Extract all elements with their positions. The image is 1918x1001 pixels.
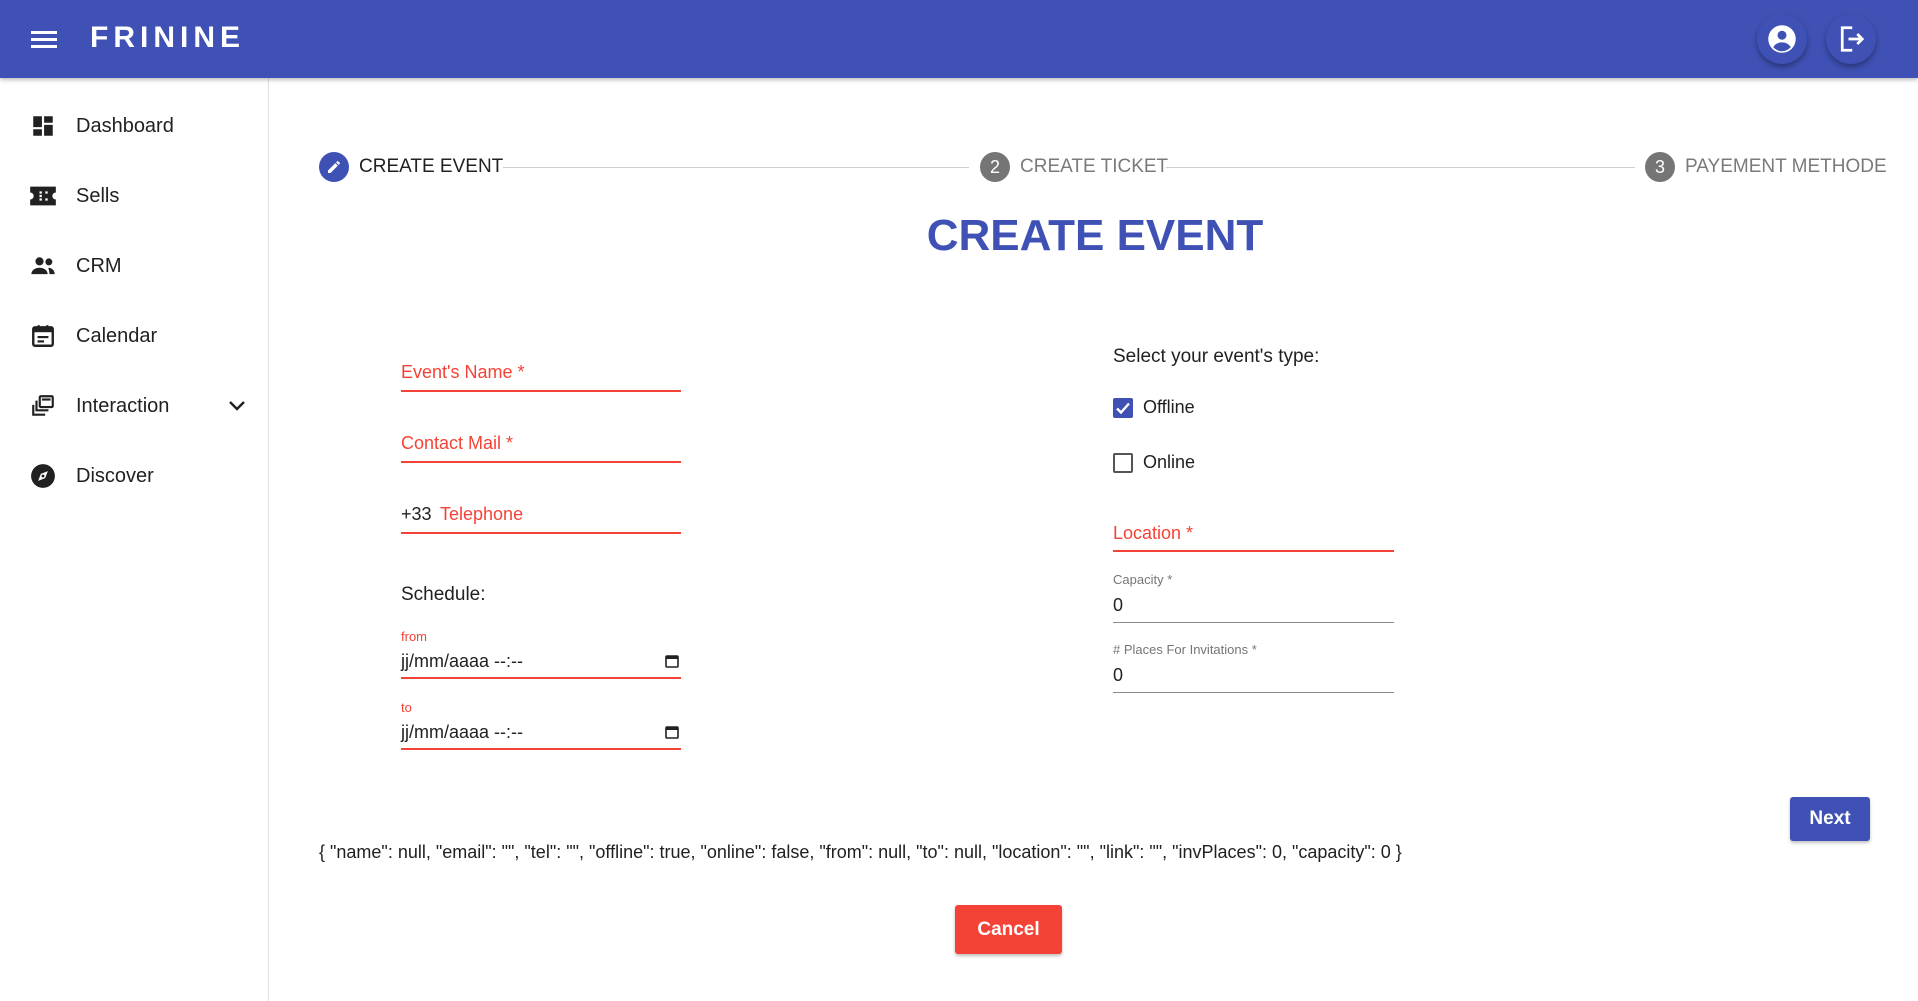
field-underline: [401, 748, 681, 750]
sidebar-item-label: Dashboard: [76, 114, 174, 137]
form-state-debug-text: { "name": null, "email": "", "tel": "", …: [319, 842, 1402, 862]
invitation-places-field[interactable]: # Places For Invitations * 0: [1113, 640, 1394, 693]
schedule-title: Schedule:: [401, 584, 486, 605]
contact-mail-field[interactable]: Contact Mail *: [401, 429, 681, 463]
to-value: jj/mm/aaaa --:--: [401, 722, 524, 742]
top-app-bar: FRININE: [0, 0, 1918, 78]
field-underline: [401, 390, 681, 392]
sidebar: Dashboard Sells CRM Calendar Interaction…: [0, 78, 269, 1001]
compass-icon: [29, 462, 57, 490]
step-2-label: CREATE TICKET: [1020, 156, 1169, 177]
capacity-field[interactable]: Capacity * 0: [1113, 570, 1394, 623]
field-underline: [1113, 692, 1394, 693]
sidebar-item-label: CRM: [76, 254, 122, 277]
from-datetime-field[interactable]: from jj/mm/aaaa --:--: [401, 626, 681, 679]
step-2-number: 2: [980, 152, 1010, 182]
event-name-label: Event's Name *: [401, 362, 525, 382]
logout-icon: [1840, 26, 1865, 52]
logout-button[interactable]: [1826, 14, 1876, 64]
invitation-places-value: 0: [1113, 665, 1124, 685]
to-label: to: [401, 700, 412, 715]
telephone-label: Telephone: [440, 504, 524, 524]
account-button[interactable]: [1757, 14, 1807, 64]
tel-prefix: +33: [401, 504, 432, 524]
from-label: from: [401, 629, 427, 644]
step-1-edit-icon: [319, 152, 349, 182]
ticket-icon: [29, 182, 57, 210]
sidebar-item-interaction[interactable]: Interaction: [0, 378, 268, 434]
sidebar-item-label: Discover: [76, 464, 154, 487]
field-underline: [401, 532, 681, 534]
step-3-label: PAYEMENT METHODE: [1685, 156, 1887, 177]
to-datetime-field[interactable]: to jj/mm/aaaa --:--: [401, 697, 681, 750]
account-circle-icon: [1768, 25, 1796, 53]
online-label: Online: [1143, 452, 1196, 472]
sidebar-item-dashboard[interactable]: Dashboard: [0, 98, 268, 154]
location-field[interactable]: Location *: [1113, 517, 1394, 552]
field-underline: [401, 677, 681, 679]
sidebar-item-crm[interactable]: CRM: [0, 238, 268, 294]
telephone-field[interactable]: +33 Telephone: [401, 499, 681, 534]
interaction-icon: [29, 392, 57, 420]
sidebar-item-calendar[interactable]: Calendar: [0, 308, 268, 364]
hamburger-menu-icon[interactable]: [24, 20, 64, 58]
sidebar-item-label: Calendar: [76, 324, 158, 347]
capacity-label: Capacity *: [1113, 572, 1173, 587]
sidebar-item-label: Interaction: [76, 394, 170, 417]
online-checkbox[interactable]: [1113, 453, 1133, 473]
next-button[interactable]: Next: [1790, 797, 1870, 841]
calendar-icon: [29, 322, 57, 350]
page-title: CREATE EVENT: [926, 211, 1264, 260]
sidebar-item-label: Sells: [76, 184, 120, 207]
field-underline: [401, 461, 681, 463]
event-type-title: Select your event's type:: [1113, 346, 1320, 367]
step-3-number: 3: [1645, 152, 1675, 182]
from-value: jj/mm/aaaa --:--: [401, 651, 524, 671]
sidebar-item-discover[interactable]: Discover: [0, 448, 268, 504]
invitation-places-label: # Places For Invitations *: [1113, 642, 1257, 657]
app-brand: FRININE: [90, 21, 245, 54]
dashboard-icon: [29, 112, 57, 140]
location-label: Location *: [1113, 523, 1194, 543]
step-1-label: CREATE EVENT: [359, 156, 504, 177]
capacity-value: 0: [1113, 595, 1124, 615]
checkmark-icon: [1116, 402, 1130, 415]
offline-checkbox[interactable]: [1113, 398, 1133, 418]
calendar-picker-icon[interactable]: [665, 654, 679, 668]
sidebar-item-sells[interactable]: Sells: [0, 168, 268, 224]
field-underline: [1113, 622, 1394, 623]
calendar-picker-icon[interactable]: [665, 725, 679, 739]
cancel-button[interactable]: Cancel: [955, 905, 1062, 954]
chevron-down-icon[interactable]: [225, 394, 249, 418]
contact-mail-label: Contact Mail *: [401, 433, 514, 453]
step-connector: [503, 167, 969, 168]
people-icon: [29, 252, 57, 280]
offline-label: Offline: [1143, 397, 1195, 417]
field-underline: [1113, 550, 1394, 552]
step-connector: [1166, 167, 1635, 168]
event-name-field[interactable]: Event's Name *: [401, 358, 681, 392]
